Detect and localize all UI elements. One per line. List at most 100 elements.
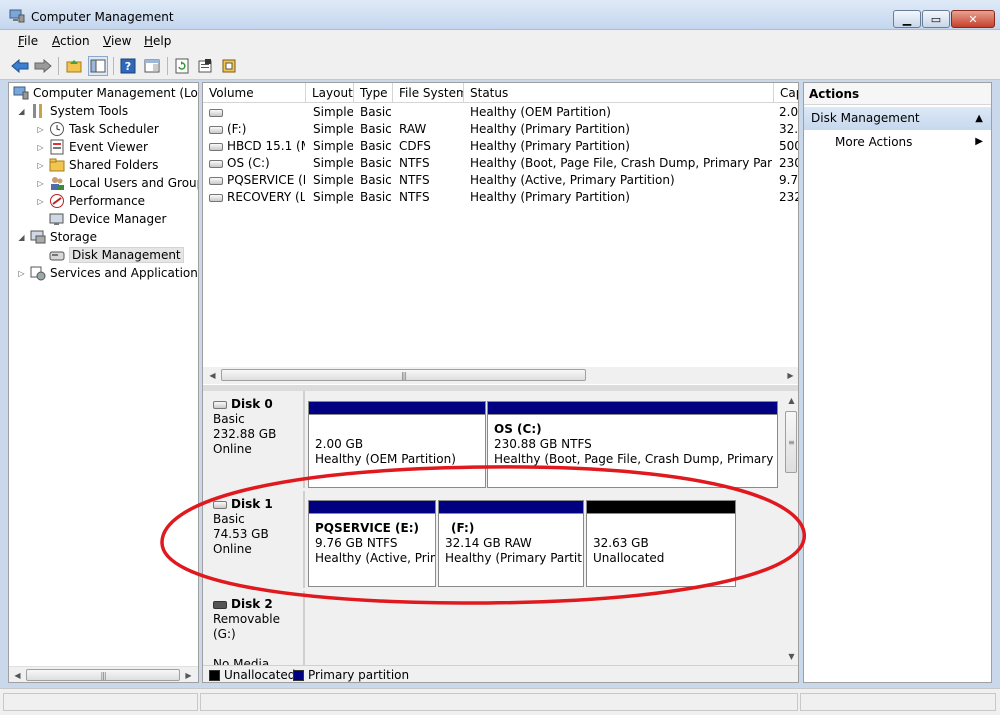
column-header-file-system[interactable]: File System (393, 83, 464, 103)
close-icon: ✕ (968, 12, 978, 26)
collapse-up-icon[interactable]: ▲ (975, 107, 983, 130)
cell-cap: 230 (779, 156, 798, 170)
expand-triangle-icon[interactable]: ▷ (17, 269, 26, 278)
collapse-triangle-icon[interactable]: ◢ (17, 233, 26, 242)
partition-name: PQSERVICE (E:) (315, 521, 419, 535)
tree-horizontal-scrollbar[interactable]: ◀ ||| ▶ (9, 666, 198, 682)
scroll-up-icon[interactable]: ▲ (784, 393, 798, 408)
disk-name: Disk 2 (231, 597, 273, 611)
tree-item-device-manager[interactable]: Device Manager (49, 210, 166, 228)
drive-icon (209, 125, 223, 134)
tree-item-event-viewer[interactable]: ▷ Event Viewer (36, 138, 148, 156)
scroll-thumb[interactable]: ≡ (785, 411, 797, 473)
export-button[interactable] (219, 56, 239, 76)
refresh-button[interactable] (172, 56, 192, 76)
title-bar: Computer Management ▁ ▭ ✕ (0, 0, 1000, 30)
tree-item-services-applications[interactable]: ▷ Services and Applications (17, 264, 198, 282)
menu-action[interactable]: Action (52, 34, 90, 48)
tree-item-system-tools[interactable]: ◢ System Tools (17, 102, 128, 120)
cell-volume: PQSERVICE (E:) (209, 173, 305, 187)
close-button[interactable]: ✕ (951, 10, 995, 28)
disk-info[interactable]: Disk 0 Basic 232.88 GB Online (207, 391, 305, 488)
column-header-capacity[interactable]: Cap (774, 83, 798, 103)
column-header-layout[interactable]: Layout (306, 83, 354, 103)
minimize-button[interactable]: ▁ (893, 10, 921, 28)
volume-row[interactable]: HBCD 15.1 (M:) Simple Basic CDFS Healthy (Pr… (203, 138, 798, 155)
cell-cap: 9.76 (779, 173, 799, 187)
scroll-left-icon[interactable]: ◀ (205, 368, 220, 383)
scroll-thumb[interactable]: ||| (221, 369, 586, 381)
cell-type: Basic (360, 122, 392, 136)
storage-icon (30, 229, 46, 245)
cell-type: Basic (360, 105, 392, 119)
expand-triangle-icon[interactable]: ▷ (36, 161, 45, 170)
cell-status: Healthy (Primary Partition) (470, 122, 630, 136)
scroll-thumb[interactable]: ||| (26, 669, 180, 681)
partition-f[interactable]: (F:) 32.14 GB RAW Healthy (Primary Parti… (438, 500, 584, 587)
scroll-down-icon[interactable]: ▼ (784, 649, 798, 664)
volume-row[interactable]: RECOVERY (L:) Simple Basic NTFS Healthy (Pri… (203, 189, 798, 206)
more-actions-item[interactable]: More Actions ▶ (804, 132, 991, 152)
menu-view[interactable]: View (103, 34, 131, 48)
scroll-right-icon[interactable]: ▶ (181, 668, 196, 682)
column-header-type[interactable]: Type (354, 83, 393, 103)
show-hide-tree-button[interactable] (88, 56, 108, 76)
maximize-button[interactable]: ▭ (922, 10, 950, 28)
actions-section-label: Disk Management (811, 111, 920, 125)
tree-item-performance[interactable]: ▷ Performance (36, 192, 145, 210)
volume-row[interactable]: PQSERVICE (E:) Simple Basic NTFS Healthy (Ac… (203, 172, 799, 189)
column-header-status[interactable]: Status (464, 83, 774, 103)
partition-pqservice-e[interactable]: PQSERVICE (E:) 9.76 GB NTFS Healthy (Act… (308, 500, 436, 587)
menu-file[interactable]: File (18, 34, 38, 48)
disk-state: Online (213, 442, 252, 456)
tree-item-local-users-groups[interactable]: ▷ Local Users and Groups (36, 174, 198, 192)
forward-button[interactable] (33, 56, 53, 76)
disk-info[interactable]: Disk 1 Basic 74.53 GB Online (207, 491, 305, 588)
cell-layout: Simple (313, 173, 353, 187)
status-cell (200, 693, 798, 711)
expand-triangle-icon[interactable]: ▷ (36, 143, 45, 152)
cell-type: Basic (360, 190, 392, 204)
column-header-volume[interactable]: Volume (203, 83, 306, 103)
properties-button[interactable] (195, 56, 215, 76)
scroll-left-icon[interactable]: ◀ (10, 668, 25, 682)
expand-triangle-icon[interactable]: ▷ (36, 197, 45, 206)
partition-os-c[interactable]: OS (C:) 230.88 GB NTFS Healthy (Boot, Pa… (487, 401, 778, 488)
cell-status: Healthy (Active, Primary Partition) (470, 173, 675, 187)
event-viewer-icon (49, 139, 65, 155)
partition-status: Healthy (OEM Partition) (315, 452, 456, 466)
more-actions-label: More Actions (835, 135, 913, 149)
back-button[interactable] (10, 56, 30, 76)
expand-triangle-icon[interactable]: ▷ (36, 125, 45, 134)
disk-graphical-view: Disk 0 Basic 232.88 GB Online 2.00 GB He… (203, 391, 783, 682)
tree-item-shared-folders[interactable]: ▷ Shared Folders (36, 156, 158, 174)
volume-row[interactable]: (F:) Simple Basic RAW Healthy (Primary Parti… (203, 121, 798, 138)
minimize-icon: ▁ (902, 12, 912, 26)
partition-unallocated[interactable]: 32.63 GB Unallocated (586, 500, 736, 587)
collapse-triangle-icon[interactable]: ◢ (17, 107, 26, 116)
volume-row[interactable]: Simple Basic Healthy (OEM Partition) 2.00 (203, 104, 798, 121)
disk-type: Removable (G:) (213, 612, 281, 641)
tree-item-disk-management[interactable]: Disk Management (49, 246, 184, 264)
disk-type: Basic (213, 412, 245, 426)
menu-bar: File Action View Help (0, 30, 1000, 52)
menu-help[interactable]: Help (144, 34, 171, 48)
expand-triangle-icon[interactable]: ▷ (36, 179, 45, 188)
actions-section-disk-management[interactable]: Disk Management ▲ (804, 107, 991, 130)
disk-management-pane: Volume Layout Type File System Status Ca… (202, 82, 799, 683)
cell-volume: OS (C:) (209, 156, 305, 170)
cell-fs: NTFS (399, 173, 430, 187)
tree-item-task-scheduler[interactable]: ▷ Task Scheduler (36, 120, 159, 138)
up-one-level-button[interactable] (64, 56, 84, 76)
partition-oem[interactable]: 2.00 GB Healthy (OEM Partition) (308, 401, 486, 488)
tree-item-computer-management[interactable]: Computer Management (Local (13, 84, 198, 102)
console-button[interactable] (142, 56, 162, 76)
tree-item-storage[interactable]: ◢ Storage (17, 228, 97, 246)
graphical-view-vertical-scrollbar[interactable]: ▲ ≡ ▼ (783, 391, 798, 665)
scroll-right-icon[interactable]: ▶ (783, 368, 798, 383)
cell-layout: Simple (313, 156, 353, 170)
help-button[interactable]: ? (118, 56, 138, 76)
volume-row[interactable]: OS (C:) Simple Basic NTFS Healthy (Boot, Pag… (203, 155, 798, 172)
cell-fs: RAW (399, 122, 427, 136)
volume-list-horizontal-scrollbar[interactable]: ◀ ||| ▶ (203, 367, 798, 384)
